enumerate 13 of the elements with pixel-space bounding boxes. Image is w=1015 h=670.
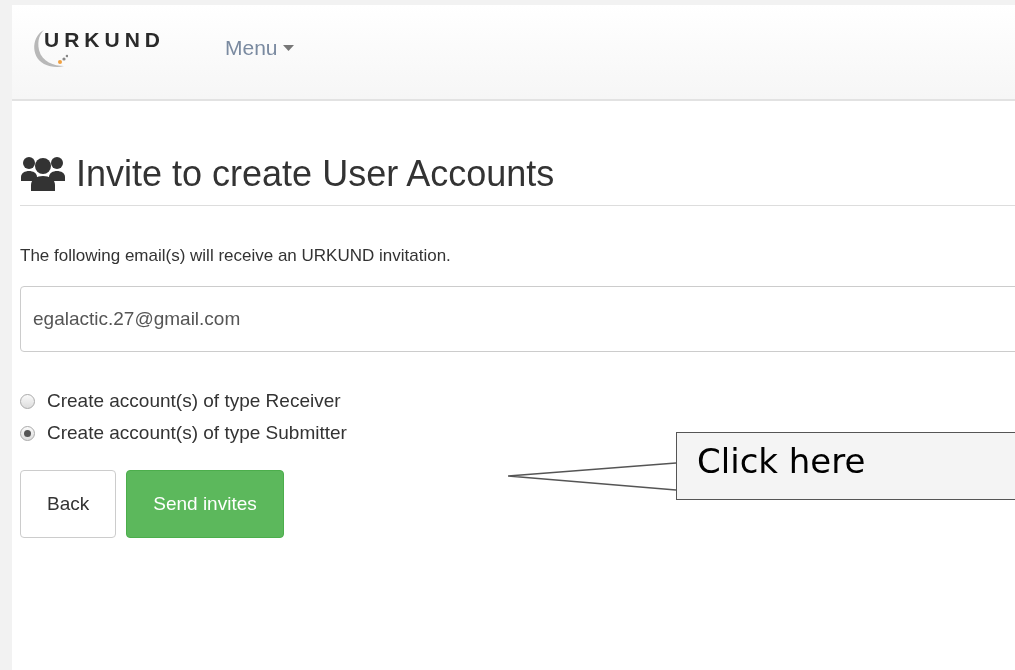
logo-text: URKUND [44, 28, 165, 52]
logo[interactable]: URKUND [32, 26, 165, 72]
radio-label[interactable]: Create account(s) of type Receiver [47, 390, 341, 412]
caret-icon [282, 44, 294, 52]
users-icon [20, 155, 66, 193]
back-button[interactable]: Back [20, 470, 117, 538]
radio-button[interactable] [20, 425, 35, 441]
email-field[interactable]: egalactic.27@gmail.com [20, 286, 1015, 352]
heading-text: Invite to create User Accounts [76, 153, 555, 195]
radio-label[interactable]: Create account(s) of type Submitter [47, 422, 347, 444]
radio-button[interactable] [20, 393, 35, 409]
intro-text: The following email(s) will receive an URKUND invitation. [20, 246, 452, 266]
callout-box: Click here [676, 432, 1015, 500]
